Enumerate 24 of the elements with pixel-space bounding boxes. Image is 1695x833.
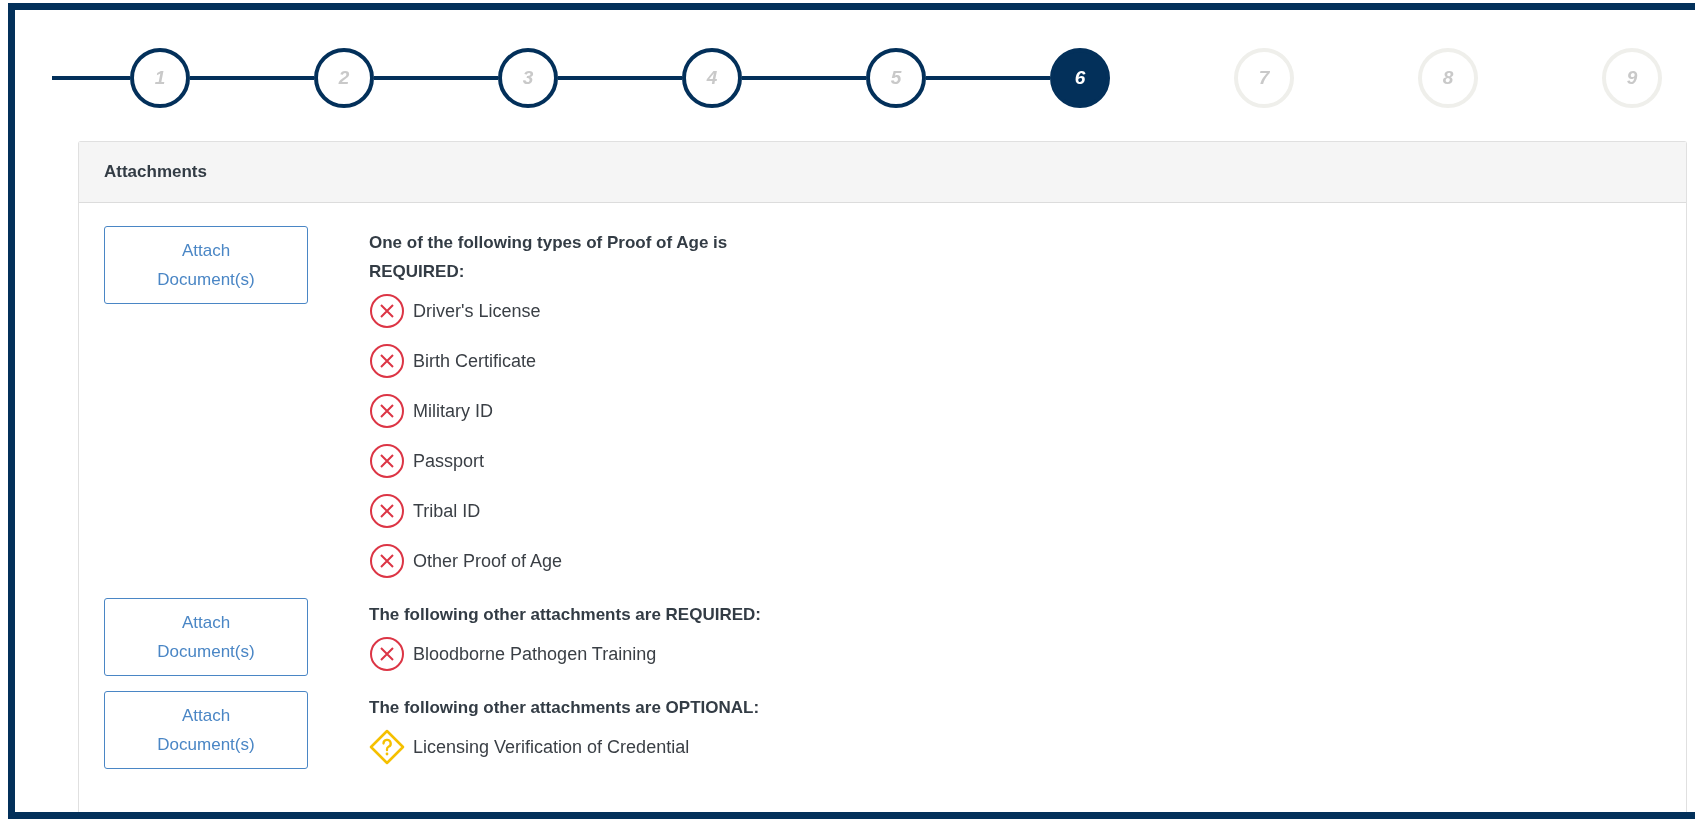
panel-title: Attachments	[79, 142, 1686, 203]
attachment-label: Bloodborne Pathogen Training	[413, 643, 657, 665]
x-circle-icon	[369, 636, 405, 672]
attachment-label: Licensing Verification of Credential	[413, 736, 690, 758]
attachment-label: Tribal ID	[413, 500, 481, 522]
x-circle-icon	[369, 293, 405, 329]
x-circle-icon	[369, 443, 405, 479]
section-heading: One of the following types of Proof of Age is REQUIRED:	[369, 232, 729, 283]
attach-button[interactable]: Attach Document(s)	[104, 598, 308, 676]
section-heading: The following other attachments are REQUIRED:	[369, 604, 762, 626]
attachment-label: Military ID	[413, 400, 493, 422]
x-circle-icon	[369, 343, 405, 379]
x-circle-icon	[369, 393, 405, 429]
x-circle-icon	[369, 493, 405, 529]
attachment-label: Other Proof of Age	[413, 550, 563, 572]
attach-button[interactable]: Attach Document(s)	[104, 691, 308, 769]
attachment-label: Birth Certificate	[413, 350, 537, 372]
x-circle-icon	[369, 543, 405, 579]
question-diamond-icon	[369, 729, 405, 765]
attachment-label: Passport	[413, 450, 485, 472]
attach-button[interactable]: Attach Document(s)	[104, 226, 308, 304]
attachment-label: Driver's License	[413, 300, 541, 322]
section-heading: The following other attachments are OPTIONAL:	[369, 697, 761, 719]
step-circle[interactable]: 6	[1050, 48, 1110, 108]
